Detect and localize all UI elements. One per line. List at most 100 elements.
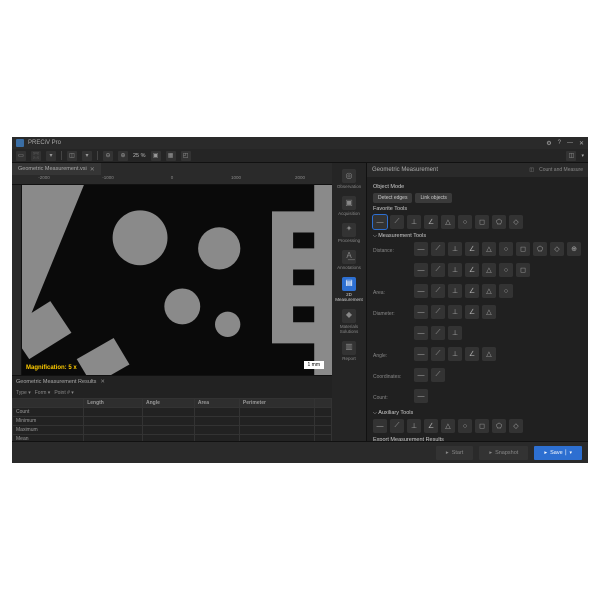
tool-button[interactable]: — xyxy=(414,368,428,382)
tool-button[interactable]: ⟋ xyxy=(390,215,404,229)
strip-materials[interactable]: ◆Materials Solutions xyxy=(334,309,364,335)
tool-button[interactable]: ⊥ xyxy=(448,284,462,298)
tool-button[interactable]: ∠ xyxy=(465,242,479,256)
detect-edges-button[interactable]: Detect edges xyxy=(373,193,412,203)
settings-icon[interactable]: ⚙ xyxy=(546,140,551,147)
toolbar-fit-icon[interactable]: ▣ xyxy=(151,151,161,161)
tool-button[interactable]: — xyxy=(414,389,428,403)
toolbar-actual-icon[interactable]: ▦ xyxy=(166,151,176,161)
tool-button[interactable]: — xyxy=(414,326,428,340)
filter-form[interactable]: Form ▾ xyxy=(35,390,51,396)
tool-button[interactable]: ◇ xyxy=(550,242,564,256)
tab-document[interactable]: Geometric Measurement.vsi ✕ xyxy=(12,163,101,175)
tool-button[interactable]: — xyxy=(414,347,428,361)
tool-button[interactable]: ⊥ xyxy=(448,326,462,340)
tool-button[interactable]: △ xyxy=(482,242,496,256)
tool-button[interactable]: ⬠ xyxy=(492,419,506,433)
tool-button[interactable]: ⊥ xyxy=(407,215,421,229)
tool-button[interactable]: ⟋ xyxy=(431,305,445,319)
tool-button[interactable]: ⊥ xyxy=(407,419,421,433)
group-label: Angle: xyxy=(373,353,411,359)
tool-button[interactable]: △ xyxy=(482,347,496,361)
tool-button[interactable]: ⟋ xyxy=(431,347,445,361)
link-objects-button[interactable]: Link objects xyxy=(415,193,451,203)
strip-measurement[interactable]: ▤2D Measurement xyxy=(334,277,364,303)
tool-button[interactable]: ○ xyxy=(458,419,472,433)
table-row: Maximum xyxy=(13,426,332,435)
tool-button[interactable]: ⟋ xyxy=(431,284,445,298)
tool-button[interactable]: ○ xyxy=(499,263,513,277)
section-auxiliary[interactable]: Auxiliary Tools xyxy=(373,410,582,416)
toolbar-crop-icon[interactable]: ◫ xyxy=(67,151,77,161)
tool-button[interactable]: ⟋ xyxy=(431,263,445,277)
snapshot-button[interactable]: ▸Snapshot xyxy=(479,446,528,460)
observation-icon: ◎ xyxy=(342,169,356,183)
tool-button[interactable]: ⬠ xyxy=(533,242,547,256)
tool-button[interactable]: ◇ xyxy=(509,419,523,433)
tool-button[interactable]: ∠ xyxy=(465,263,479,277)
minimize-icon[interactable]: — xyxy=(567,140,573,146)
tool-button[interactable]: ⬠ xyxy=(492,215,506,229)
strip-processing[interactable]: ✦Processing xyxy=(334,223,364,244)
toolbar-open-icon[interactable]: ⿴ xyxy=(31,151,41,161)
tool-button[interactable]: — xyxy=(414,242,428,256)
tool-button[interactable]: ○ xyxy=(458,215,472,229)
tool-button[interactable]: ◻ xyxy=(475,419,489,433)
tool-button[interactable]: ⟋ xyxy=(431,326,445,340)
tool-button[interactable]: ∠ xyxy=(465,347,479,361)
section-measurement[interactable]: Measurement Tools xyxy=(373,233,582,239)
filter-point[interactable]: Point # ▾ xyxy=(54,390,73,396)
tool-button[interactable]: ◇ xyxy=(509,215,523,229)
tool-button[interactable]: ∠ xyxy=(465,284,479,298)
tool-button[interactable]: ⊥ xyxy=(448,347,462,361)
tool-button[interactable]: ⊥ xyxy=(448,305,462,319)
tool-button[interactable]: ○ xyxy=(499,284,513,298)
close-tab-icon[interactable]: ✕ xyxy=(90,166,95,173)
tool-button[interactable]: ⟋ xyxy=(431,242,445,256)
tool-button[interactable]: ∠ xyxy=(465,305,479,319)
tool-button[interactable]: △ xyxy=(441,419,455,433)
start-button[interactable]: ▸Start xyxy=(436,446,473,460)
panel-pin-icon[interactable]: ◫ xyxy=(529,167,534,173)
tool-button[interactable]: ◻ xyxy=(516,263,530,277)
tool-button[interactable]: ⟋ xyxy=(390,419,404,433)
tool-button[interactable]: ⊥ xyxy=(448,263,462,277)
strip-report[interactable]: ▥Report xyxy=(334,341,364,362)
tool-button[interactable]: — xyxy=(373,419,387,433)
image-canvas[interactable]: Magnification: 5 x 1 mm xyxy=(22,185,332,375)
tool-button[interactable]: — xyxy=(414,305,428,319)
strip-annotations[interactable]: A͟Annotations xyxy=(334,250,364,271)
zoom-level[interactable]: 25 % xyxy=(133,153,146,159)
results-close-icon[interactable]: ✕ xyxy=(100,379,105,385)
tool-button[interactable]: ○ xyxy=(499,242,513,256)
toolbar-layout-icon[interactable]: ◫ xyxy=(566,151,576,161)
section-favorite: Favorite Tools xyxy=(373,206,582,212)
panel-link[interactable]: Count and Measure xyxy=(539,167,583,173)
toolbar-save-icon[interactable]: ▾ xyxy=(46,151,56,161)
tool-button[interactable]: — xyxy=(414,284,428,298)
tool-button[interactable]: ◻ xyxy=(516,242,530,256)
help-icon[interactable]: ? xyxy=(558,140,561,146)
tool-button[interactable]: ⊥ xyxy=(448,242,462,256)
tool-button[interactable]: ⊕ xyxy=(567,242,581,256)
filter-type[interactable]: Type ▾ xyxy=(16,390,31,396)
save-button[interactable]: ▸Save▏▾ xyxy=(534,446,582,460)
toolbar-zoom-out-icon[interactable]: ⊖ xyxy=(103,151,113,161)
strip-acquisition[interactable]: ▣Acquisition xyxy=(334,196,364,217)
toolbar-select-icon[interactable]: ▾ xyxy=(82,151,92,161)
tool-button[interactable]: △ xyxy=(482,284,496,298)
close-icon[interactable]: ✕ xyxy=(579,140,584,147)
tool-button[interactable]: — xyxy=(373,215,387,229)
toolbar-region-icon[interactable]: ◰ xyxy=(181,151,191,161)
tool-button[interactable]: ∠ xyxy=(424,419,438,433)
toolbar-new-icon[interactable]: ▭ xyxy=(16,151,26,161)
toolbar-zoom-in-icon[interactable]: ⊕ xyxy=(118,151,128,161)
tool-button[interactable]: △ xyxy=(441,215,455,229)
tool-button[interactable]: — xyxy=(414,263,428,277)
tool-button[interactable]: ⟋ xyxy=(431,368,445,382)
tool-button[interactable]: △ xyxy=(482,263,496,277)
strip-observation[interactable]: ◎Observation xyxy=(334,169,364,190)
tool-button[interactable]: ◻ xyxy=(475,215,489,229)
tool-button[interactable]: ∠ xyxy=(424,215,438,229)
tool-button[interactable]: △ xyxy=(482,305,496,319)
